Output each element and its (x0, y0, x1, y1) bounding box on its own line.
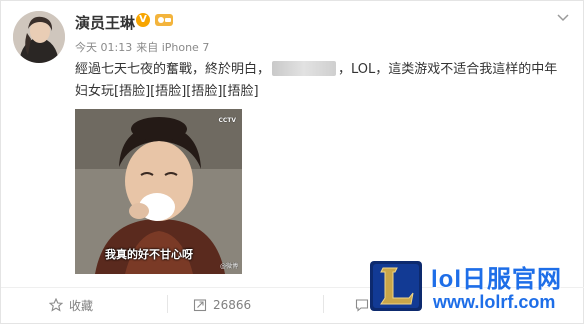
username[interactable]: 演员王琳 (75, 12, 135, 33)
action-separator (167, 295, 168, 313)
blurred-text (272, 61, 337, 76)
weibo-post-card: 演员王琳 V 今天 01:13 来自 iPhone 7 經過七天七夜的奮戰，終於明… (0, 0, 584, 324)
verified-v-icon: V (136, 13, 150, 27)
site-watermark-url: www.lolrf.com (433, 292, 556, 312)
repost-icon (193, 299, 207, 312)
post-meta: 今天 01:13 来自 iPhone 7 (75, 39, 213, 55)
post-text-line2: 妇女玩[捂脸][捂脸][捂脸][捂脸] (75, 84, 259, 99)
post-text-part1: 經過七天七夜的奮戰，終於明白， (75, 62, 271, 77)
photo-watermark-bottom: @微博 (219, 263, 238, 270)
star-icon (49, 298, 63, 312)
post-source[interactable]: 来自 iPhone 7 (136, 41, 209, 54)
repost-count: 26866 (213, 298, 252, 312)
favorite-label: 收藏 (69, 298, 94, 313)
repost-button[interactable]: 26866 (193, 295, 251, 315)
favorite-button[interactable]: 收藏 (49, 295, 93, 315)
verified-badge-icon[interactable] (154, 13, 174, 27)
post-photo[interactable]: CCTV 我真的好不甘心呀 @微博 (75, 109, 242, 274)
photo-watermark-top: CCTV (218, 117, 236, 124)
post-text-part2: ，LOL，這类游戏不适合我這样的中年 (338, 62, 558, 77)
comment-icon (355, 299, 369, 312)
chevron-down-icon[interactable] (555, 9, 571, 25)
avatar-image (13, 11, 65, 63)
avatar[interactable] (13, 11, 65, 63)
site-watermark-name: lol日服官网 (431, 266, 562, 293)
action-separator (323, 295, 324, 313)
site-logo-icon (370, 261, 422, 311)
post-text: 經過七天七夜的奮戰，終於明白， ，LOL，這类游戏不适合我這样的中年 妇女玩[捂脸… (75, 59, 573, 103)
post-time[interactable]: 今天 01:13 (75, 41, 132, 54)
photo-caption: 我真的好不甘心呀 (105, 248, 193, 261)
